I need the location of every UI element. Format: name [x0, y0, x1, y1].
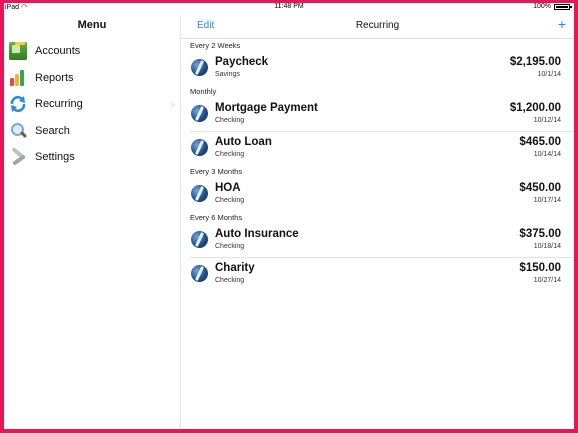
transaction-icon — [191, 231, 208, 248]
item-date: 10/1/14 — [537, 71, 561, 78]
sidebar-item-settings[interactable]: Settings — [4, 144, 180, 171]
sidebar-item-label: Accounts — [35, 45, 81, 58]
app-window: iPad ◠ 11:48 PM 100% Menu Accounts Repor… — [4, 3, 574, 429]
navigation-bar: Edit Recurring + — [181, 15, 574, 39]
item-name: Charity — [215, 262, 255, 274]
item-name: Auto Loan — [215, 136, 272, 148]
transaction-icon — [191, 105, 208, 122]
item-amount: $150.00 — [519, 262, 561, 274]
item-name: HOA — [215, 182, 241, 194]
item-account: Checking — [215, 277, 245, 284]
add-button[interactable]: + — [558, 16, 566, 32]
sidebar-item-reports[interactable]: Reports — [4, 65, 180, 92]
sidebar-item-accounts[interactable]: Accounts — [4, 38, 180, 65]
transaction-icon — [191, 139, 208, 156]
item-name: Paycheck — [215, 56, 269, 68]
item-account: Checking — [215, 197, 245, 204]
list-item[interactable]: Auto Insurance Checking $375.00 10/18/14 — [181, 223, 574, 257]
transaction-icon — [191, 59, 208, 76]
sidebar-item-label: Settings — [35, 151, 75, 164]
chevron-right-icon: › — [171, 99, 174, 109]
item-name: Mortgage Payment — [215, 102, 318, 114]
transaction-icon — [191, 185, 208, 202]
list-item[interactable]: HOA Checking $450.00 10/17/14 — [181, 177, 574, 211]
item-date: 10/17/14 — [533, 197, 561, 204]
battery-indicator: 100% — [533, 3, 572, 10]
item-account: Checking — [215, 243, 245, 250]
item-amount: $450.00 — [519, 182, 561, 194]
reports-icon-bar — [10, 77, 14, 86]
list-item[interactable]: Mortgage Payment Checking $1,200.00 10/1… — [181, 97, 574, 131]
search-icon — [9, 122, 27, 140]
recurring-panel: Edit Recurring + Every 2 Weeks Paycheck … — [181, 15, 574, 429]
battery-icon — [554, 3, 572, 10]
page-title: Recurring — [355, 20, 400, 31]
accounts-icon — [9, 42, 27, 61]
sidebar: Menu Accounts Reports Recurring › Search… — [4, 15, 181, 429]
sidebar-item-label: Search — [35, 124, 70, 137]
item-account: Checking — [215, 117, 245, 124]
item-date: 10/12/14 — [533, 117, 561, 124]
sidebar-item-search[interactable]: Search — [4, 118, 180, 145]
item-amount: $465.00 — [519, 136, 561, 148]
reports-icon-bar — [20, 69, 24, 86]
item-date: 10/27/14 — [533, 277, 561, 284]
battery-percent: 100% — [533, 3, 551, 10]
section-header: Every 2 Weeks — [190, 41, 241, 50]
reports-icon-bar — [15, 73, 19, 86]
item-date: 10/18/14 — [533, 243, 561, 250]
list-item[interactable]: Auto Loan Checking $465.00 10/14/14 — [181, 131, 574, 165]
transaction-icon — [191, 265, 208, 282]
item-amount: $375.00 — [519, 228, 561, 240]
section-header: Every 6 Months — [190, 213, 243, 222]
sidebar-title: Menu — [77, 19, 107, 31]
recurring-icon — [9, 95, 27, 113]
status-bar: iPad ◠ 11:48 PM 100% — [4, 3, 574, 15]
list-item[interactable]: Paycheck Savings $2,195.00 10/1/14 — [181, 51, 574, 85]
settings-icon — [9, 148, 27, 166]
sidebar-item-label: Recurring — [35, 98, 83, 111]
item-account: Checking — [215, 151, 245, 158]
status-time: 11:48 PM — [274, 3, 304, 10]
section-header: Monthly — [190, 87, 217, 96]
item-date: 10/14/14 — [533, 151, 561, 158]
item-amount: $1,200.00 — [509, 102, 561, 114]
sidebar-nav: Accounts Reports Recurring › Search Sett… — [4, 38, 180, 171]
item-name: Auto Insurance — [215, 228, 299, 240]
sidebar-item-label: Reports — [35, 71, 74, 84]
list-item[interactable]: Charity Checking $150.00 10/27/14 — [181, 257, 574, 291]
item-amount: $2,195.00 — [509, 56, 561, 68]
item-account: Savings — [215, 71, 240, 78]
battery-fill — [556, 5, 568, 8]
sidebar-item-recurring[interactable]: Recurring › — [4, 91, 180, 118]
reports-icon — [9, 69, 27, 87]
section-header: Every 3 Months — [190, 167, 243, 176]
recurring-icon-graphic — [10, 96, 26, 113]
